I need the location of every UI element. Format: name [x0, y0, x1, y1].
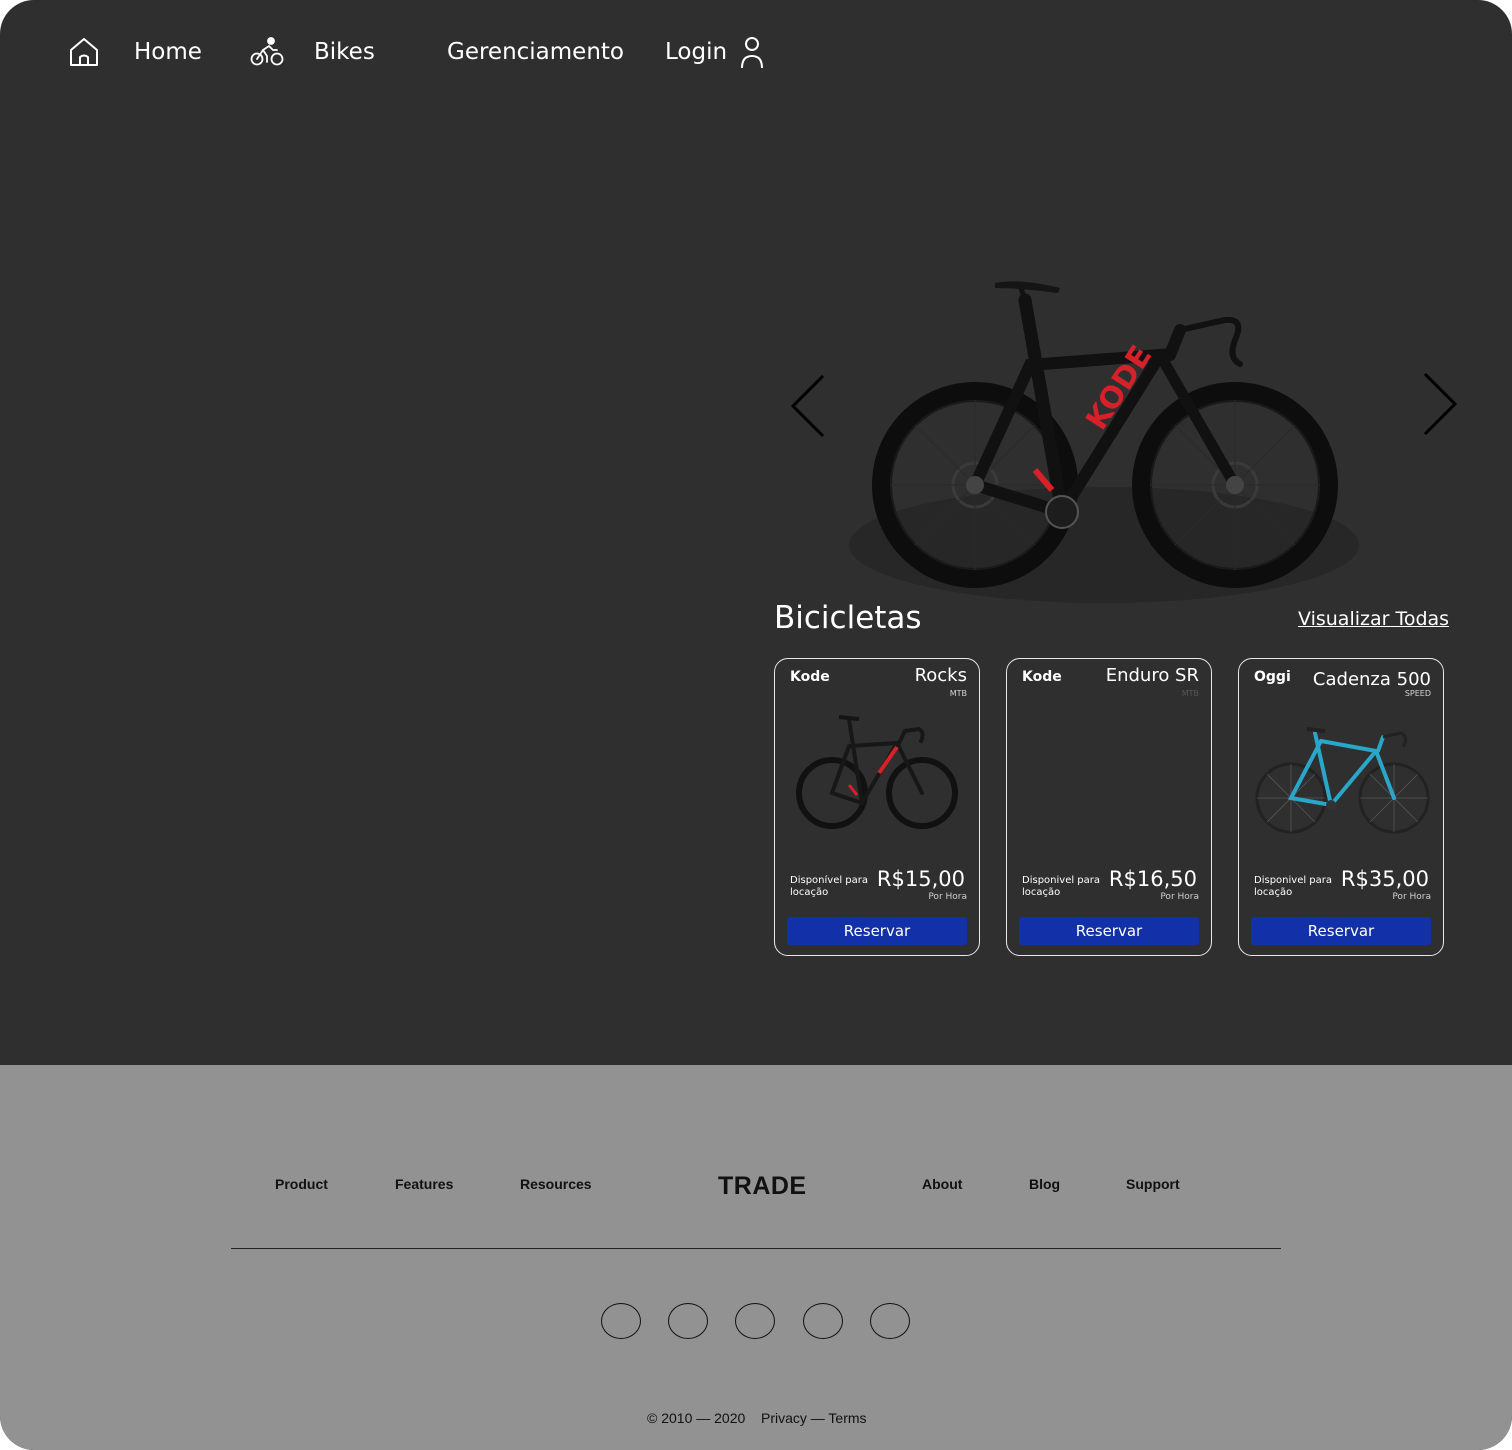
nav-login[interactable]: Login	[665, 30, 765, 74]
card-price: R$15,00	[876, 867, 965, 891]
card-price: R$16,50	[1108, 867, 1197, 891]
social-icon[interactable]	[870, 1303, 910, 1339]
footer-link-features[interactable]: Features	[395, 1176, 453, 1192]
card-availability: Disponível para locação	[790, 875, 869, 898]
footer-link-support[interactable]: Support	[1126, 1176, 1180, 1192]
chevron-left-icon	[790, 374, 826, 442]
card-brand: Kode	[1022, 669, 1062, 685]
social-icon[interactable]	[668, 1303, 708, 1339]
reserve-button[interactable]: Reservar	[1019, 917, 1199, 945]
card-type: MTB	[949, 689, 967, 698]
card-brand: Oggi	[1254, 669, 1291, 685]
nav-home-label: Home	[134, 39, 202, 65]
footer: Product Features Resources TRADE About B…	[0, 1065, 1512, 1450]
home-icon	[68, 36, 100, 68]
card-price-unit: Por Hora	[1160, 892, 1199, 902]
nav-gerenciamento[interactable]: Gerenciamento	[447, 30, 624, 74]
page: Home Bikes Gerenciamento Login KODE Bici…	[0, 0, 1512, 1450]
footer-link-product[interactable]: Product	[275, 1176, 328, 1192]
footer-link-blog[interactable]: Blog	[1029, 1176, 1060, 1192]
hero-bike-image: KODE	[840, 260, 1360, 609]
card-model: Rocks	[914, 665, 967, 686]
view-all-link[interactable]: Visualizar Todas	[1298, 608, 1449, 630]
bike-card: Oggi Cadenza 500 SPEED Disponivel para l…	[1238, 658, 1444, 956]
nav-login-label: Login	[665, 39, 728, 65]
hero-carousel: KODE	[780, 240, 1500, 610]
card-price: R$35,00	[1340, 867, 1429, 891]
card-type: SPEED	[1404, 689, 1431, 698]
footer-link-about[interactable]: About	[922, 1176, 962, 1192]
card-model: Cadenza 500	[1312, 669, 1431, 690]
nav-gerenciamento-label: Gerenciamento	[447, 39, 625, 65]
legal-links[interactable]: Privacy — Terms	[761, 1410, 867, 1426]
carousel-next-button[interactable]	[1422, 372, 1458, 440]
reserve-button[interactable]: Reservar	[1251, 917, 1431, 945]
nav-home[interactable]: Home	[68, 30, 202, 74]
footer-link-resources[interactable]: Resources	[520, 1176, 592, 1192]
cyclist-icon	[250, 36, 284, 68]
copyright-text: © 2010 — 2020	[647, 1410, 746, 1426]
card-availability: Disponivel para locação	[1022, 875, 1101, 898]
chevron-right-icon	[1422, 372, 1458, 440]
nav-bikes-label: Bikes	[314, 39, 375, 65]
card-price-unit: Por Hora	[1392, 892, 1431, 902]
bike-card: Kode Enduro SR MTB Disponivel para locaç…	[1006, 658, 1212, 956]
footer-divider	[231, 1248, 1281, 1249]
card-bike-image	[787, 703, 967, 843]
bike-card: Kode Rocks MTB Disponível para locação R…	[774, 658, 980, 956]
reserve-button[interactable]: Reservar	[787, 917, 967, 945]
carousel-prev-button[interactable]	[790, 374, 826, 442]
card-availability: Disponivel para locação	[1254, 875, 1333, 898]
top-nav: Home Bikes Gerenciamento Login	[0, 0, 1512, 100]
social-icon[interactable]	[735, 1303, 775, 1339]
card-type: MTB	[1181, 689, 1199, 698]
card-bike-image	[1251, 703, 1431, 843]
card-price-unit: Por Hora	[928, 892, 967, 902]
social-icon[interactable]	[803, 1303, 843, 1339]
user-icon	[739, 35, 765, 69]
card-model: Enduro SR	[1105, 665, 1199, 686]
footer-logo: TRADE	[718, 1172, 807, 1200]
section-title: Bicicletas	[774, 600, 922, 636]
card-brand: Kode	[790, 669, 830, 685]
social-icon[interactable]	[601, 1303, 641, 1339]
nav-bikes[interactable]: Bikes	[250, 30, 375, 74]
